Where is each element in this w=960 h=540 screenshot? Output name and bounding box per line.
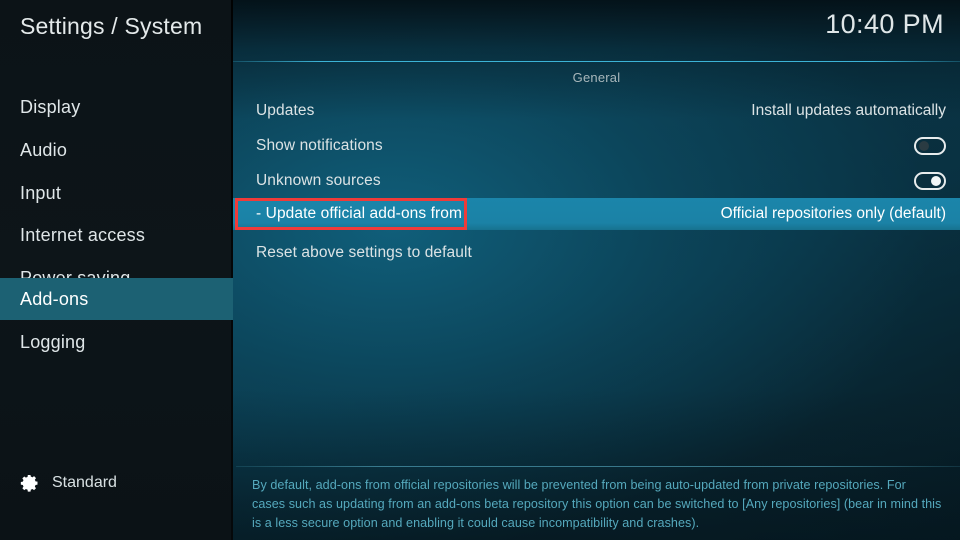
setting-row-reset-above-settings[interactable]: Reset above settings to default [236,236,960,270]
setting-label: - Update official add-ons from [256,205,463,222]
unknown-sources-toggle[interactable] [914,172,946,190]
sidebar-item-input[interactable]: Input [0,172,233,215]
sidebar-item-display[interactable]: Display [0,86,233,129]
setting-value: Install updates automatically [751,102,946,119]
header-bar: Settings / System 10:40 PM [0,0,960,62]
setting-row-show-notifications[interactable]: Show notifications [236,129,960,163]
sidebar-item-label: Audio [20,140,68,160]
setting-value: Official repositories only (default) [720,205,946,222]
sidebar-item-label: Display [20,97,81,117]
sidebar-item-audio[interactable]: Audio [0,129,233,172]
sidebar-item-label: Logging [20,332,86,352]
show-notifications-toggle[interactable] [914,137,946,155]
kodi-settings-screen: Settings / System 10:40 PM Display Audio… [0,0,960,540]
gear-icon [20,475,38,492]
section-header: General [572,70,621,85]
sidebar-item-add-ons[interactable]: Add-ons [0,278,233,320]
toggle-knob [931,176,941,186]
sidebar-item-label: Add-ons [20,288,89,309]
setting-row-unknown-sources[interactable]: Unknown sources [236,164,960,198]
sidebar-item-label: Input [20,183,62,203]
setting-label: Show notifications [256,137,383,154]
description-separator [236,466,960,467]
page-title: Settings / System [20,13,203,39]
setting-description: By default, add-ons from official reposi… [252,478,942,530]
setting-label: Updates [256,102,315,119]
sidebar-item-internet-access[interactable]: Internet access [0,214,233,257]
sidebar-item-label: Internet access [20,225,146,245]
setting-row-update-official-addons-from[interactable]: - Update official add-ons from Official … [233,198,960,230]
settings-level-button[interactable]: Standard [0,462,233,504]
clock: 10:40 PM [825,9,944,39]
sidebar-item-logging[interactable]: Logging [0,321,233,364]
header-separator [233,61,960,62]
setting-row-updates[interactable]: Updates Install updates automatically [236,94,960,128]
setting-label: Unknown sources [256,172,381,189]
toggle-knob [919,141,929,151]
settings-level-label: Standard [52,474,117,491]
setting-label: Reset above settings to default [256,244,472,261]
